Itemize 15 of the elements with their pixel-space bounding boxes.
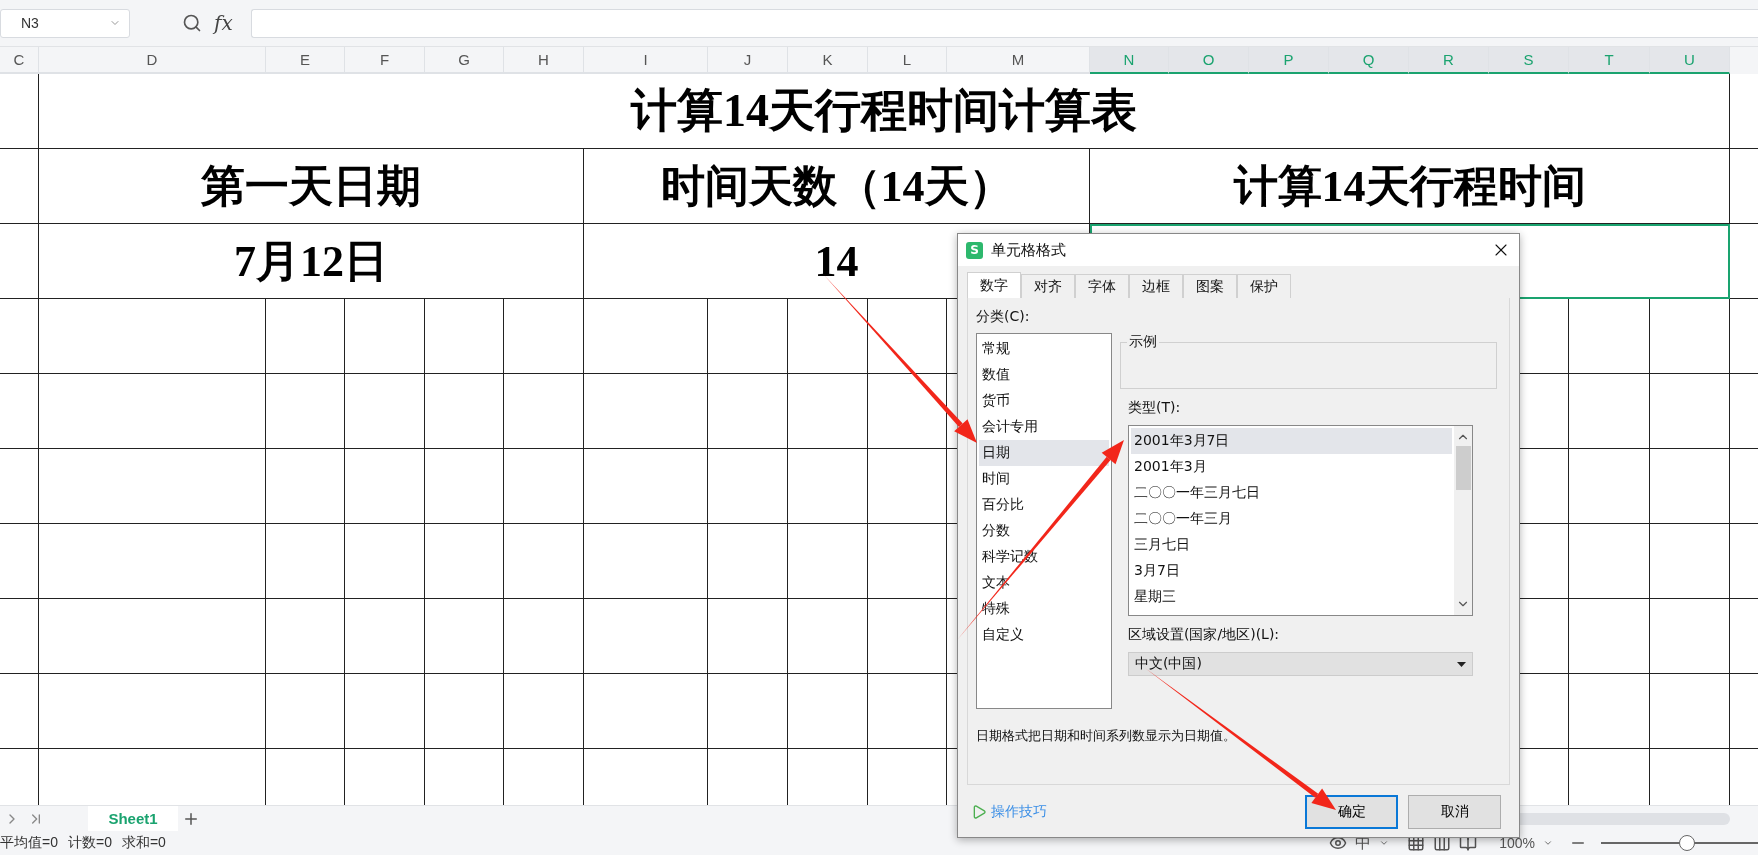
status-stat: 计数=0 <box>67 834 112 852</box>
status-stat: 求和=0 <box>121 834 166 852</box>
dialog-title: 单元格格式 <box>991 240 1067 260</box>
format-description: 日期格式把日期和时间系列数显示为日期值。 <box>976 727 1237 745</box>
header-cell: 时间天数（14天） <box>584 149 1090 224</box>
app-icon: S <box>966 241 983 259</box>
type-label: 类型(T): <box>1128 399 1182 417</box>
table-cell: 7月12日 <box>39 224 584 299</box>
locale-label: 区域设置(国家/地区)(L): <box>1128 626 1281 644</box>
category-label: 分类(C): <box>976 308 1031 326</box>
sample-label: 示例 <box>1128 333 1158 351</box>
header-cell: 计算14天行程时间 <box>1090 149 1730 224</box>
header-cell: 第一天日期 <box>39 149 584 224</box>
sheet-title: 计算14天行程时间计算表 <box>39 74 1730 149</box>
status-stat: 平均值=0 <box>0 834 58 852</box>
